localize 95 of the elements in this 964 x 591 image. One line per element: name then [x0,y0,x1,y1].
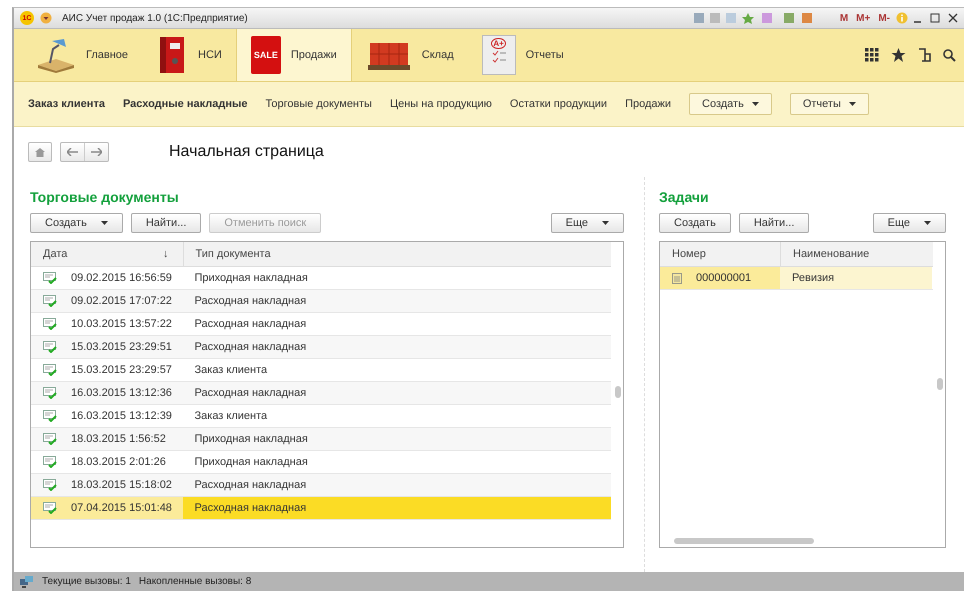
posted-document-icon [43,502,57,514]
date-text: 15.03.2015 23:29:57 [71,364,172,376]
toolbar-button[interactable]: Найти... [738,213,810,233]
window-controls-drawing[interactable] [912,13,958,23]
clipboard-icon [672,272,682,284]
page-title: Начальная страница [169,143,324,161]
column-header[interactable]: Тип документа [182,242,611,266]
toolbar-button[interactable]: Найти... [130,213,202,233]
document-type-text: Расходная накладная [194,479,306,491]
right-arrow-icon [91,148,102,156]
table-row[interactable]: 18.03.2015 1:56:52 Приходная накладная [31,428,611,451]
command-link[interactable]: Заказ клиента [28,98,105,110]
command-link[interactable]: Продажи [625,98,672,110]
grid-menu-icon[interactable] [865,48,879,62]
home-button[interactable] [28,142,52,162]
column-header[interactable]: Дата ↓ [31,242,183,266]
posted-document-icon [43,341,57,353]
scrollbar-thumb[interactable] [615,386,621,398]
more-button[interactable]: Еще [550,213,624,233]
document-type-text: Приходная накладная [194,272,308,284]
posted-document-icon [43,433,57,445]
scrollbar-thumb[interactable] [674,538,814,544]
sort-arrow: ↓ [163,248,169,260]
posted-document-icon [43,364,57,376]
date-text: 18.03.2015 1:56:52 [71,433,166,445]
number-text: 000000001 [696,272,752,284]
posted-document-icon [43,318,57,330]
command-link[interactable]: Остатки продукции [510,98,608,110]
section-tab[interactable]: Главное [22,29,142,81]
caret-icon [752,102,759,106]
search-icon[interactable] [943,48,956,62]
task-name-text: Ревизия [792,272,834,284]
date-text: 18.03.2015 15:18:02 [71,479,172,491]
scrollbar-thumb[interactable] [937,378,943,390]
menu-button[interactable]: Создать [689,93,772,115]
menu-icon[interactable] [40,12,52,24]
panel-title: Торговые документы [30,188,180,207]
table-row[interactable]: 16.03.2015 13:12:36 Расходная накладная [31,382,611,405]
section-tab[interactable]: A+ Отчеты [468,29,578,81]
section-tab[interactable]: SALE Продажи [236,29,352,81]
date-text: 15.03.2015 23:29:51 [71,341,172,353]
toolbar-button[interactable]: Создать [659,213,731,233]
column-header[interactable]: Номер [660,242,780,266]
document-type-text: Расходная накладная [194,295,306,307]
document-type-text: Расходная накладная [194,502,306,514]
panel-title: Задачи [659,188,710,207]
date-text: 18.03.2015 2:01:26 [71,456,166,468]
table-row[interactable]: 09.02.2015 17:07:22 Расходная накладная [31,290,611,313]
star-icon[interactable] [891,48,906,62]
document-type-text: Заказ клиента [194,364,268,376]
caret-icon [924,221,931,225]
home-icon [35,148,45,156]
section-tab[interactable]: НСИ [142,29,236,81]
document-type-text: Расходная накладная [194,341,306,353]
date-text: 10.03.2015 13:57:22 [71,318,172,330]
document-type-text: Приходная накладная [194,456,308,468]
toolbar-button[interactable]: Создать [30,213,123,233]
date-text: 09.02.2015 16:56:59 [71,272,172,284]
memory-button[interactable]: M- [876,12,892,24]
status-text: Текущие вызовы: 1 [42,576,131,587]
desk-lamp-icon [36,37,76,73]
status-text: Накопленные вызовы: 8 [138,576,252,587]
memory-button[interactable]: M [838,12,850,24]
command-link[interactable]: Цены на продукцию [390,98,492,110]
more-button[interactable]: Еще [872,213,946,233]
posted-document-icon [43,410,57,422]
computers-icon [20,576,34,588]
table-row[interactable]: 18.03.2015 15:18:02 Расходная накладная [31,474,611,497]
document-type-text: Расходная накладная [194,318,306,330]
left-arrow-icon [67,148,78,156]
caret-icon [848,102,856,106]
document-type-text: Расходная накладная [194,387,306,399]
date-text: 09.02.2015 17:07:22 [71,295,172,307]
command-link[interactable]: Расходные накладные [122,98,248,110]
caret-icon [602,221,609,225]
table-row[interactable]: 15.03.2015 23:29:51 Расходная накладная [31,336,611,359]
posted-document-icon [43,272,57,284]
section-tab[interactable]: Склад [352,29,468,81]
shopping-bag-icon: SALE [250,36,281,74]
document-type-text: Заказ клиента [194,410,268,422]
posted-document-icon [43,479,57,491]
window-title: АИС Учет продаж 1.0 (1С:Предприятие) [62,12,249,24]
posted-document-icon [43,456,57,468]
command-link[interactable]: Торговые документы [266,98,372,110]
date-text: 16.03.2015 13:12:39 [71,410,172,422]
caret-icon [100,221,108,225]
date-text: 16.03.2015 13:12:36 [71,387,172,399]
date-text: 07.04.2015 15:01:48 [71,502,172,514]
menu-button[interactable]: Отчеты [790,93,869,115]
column-header[interactable]: Наименование [780,242,932,266]
document-type-text: Приходная накладная [194,433,308,445]
memory-button[interactable]: M+ [854,12,872,24]
report-document-icon: A+ [482,35,516,75]
posted-document-icon [43,387,57,399]
posted-document-icon [43,295,57,307]
